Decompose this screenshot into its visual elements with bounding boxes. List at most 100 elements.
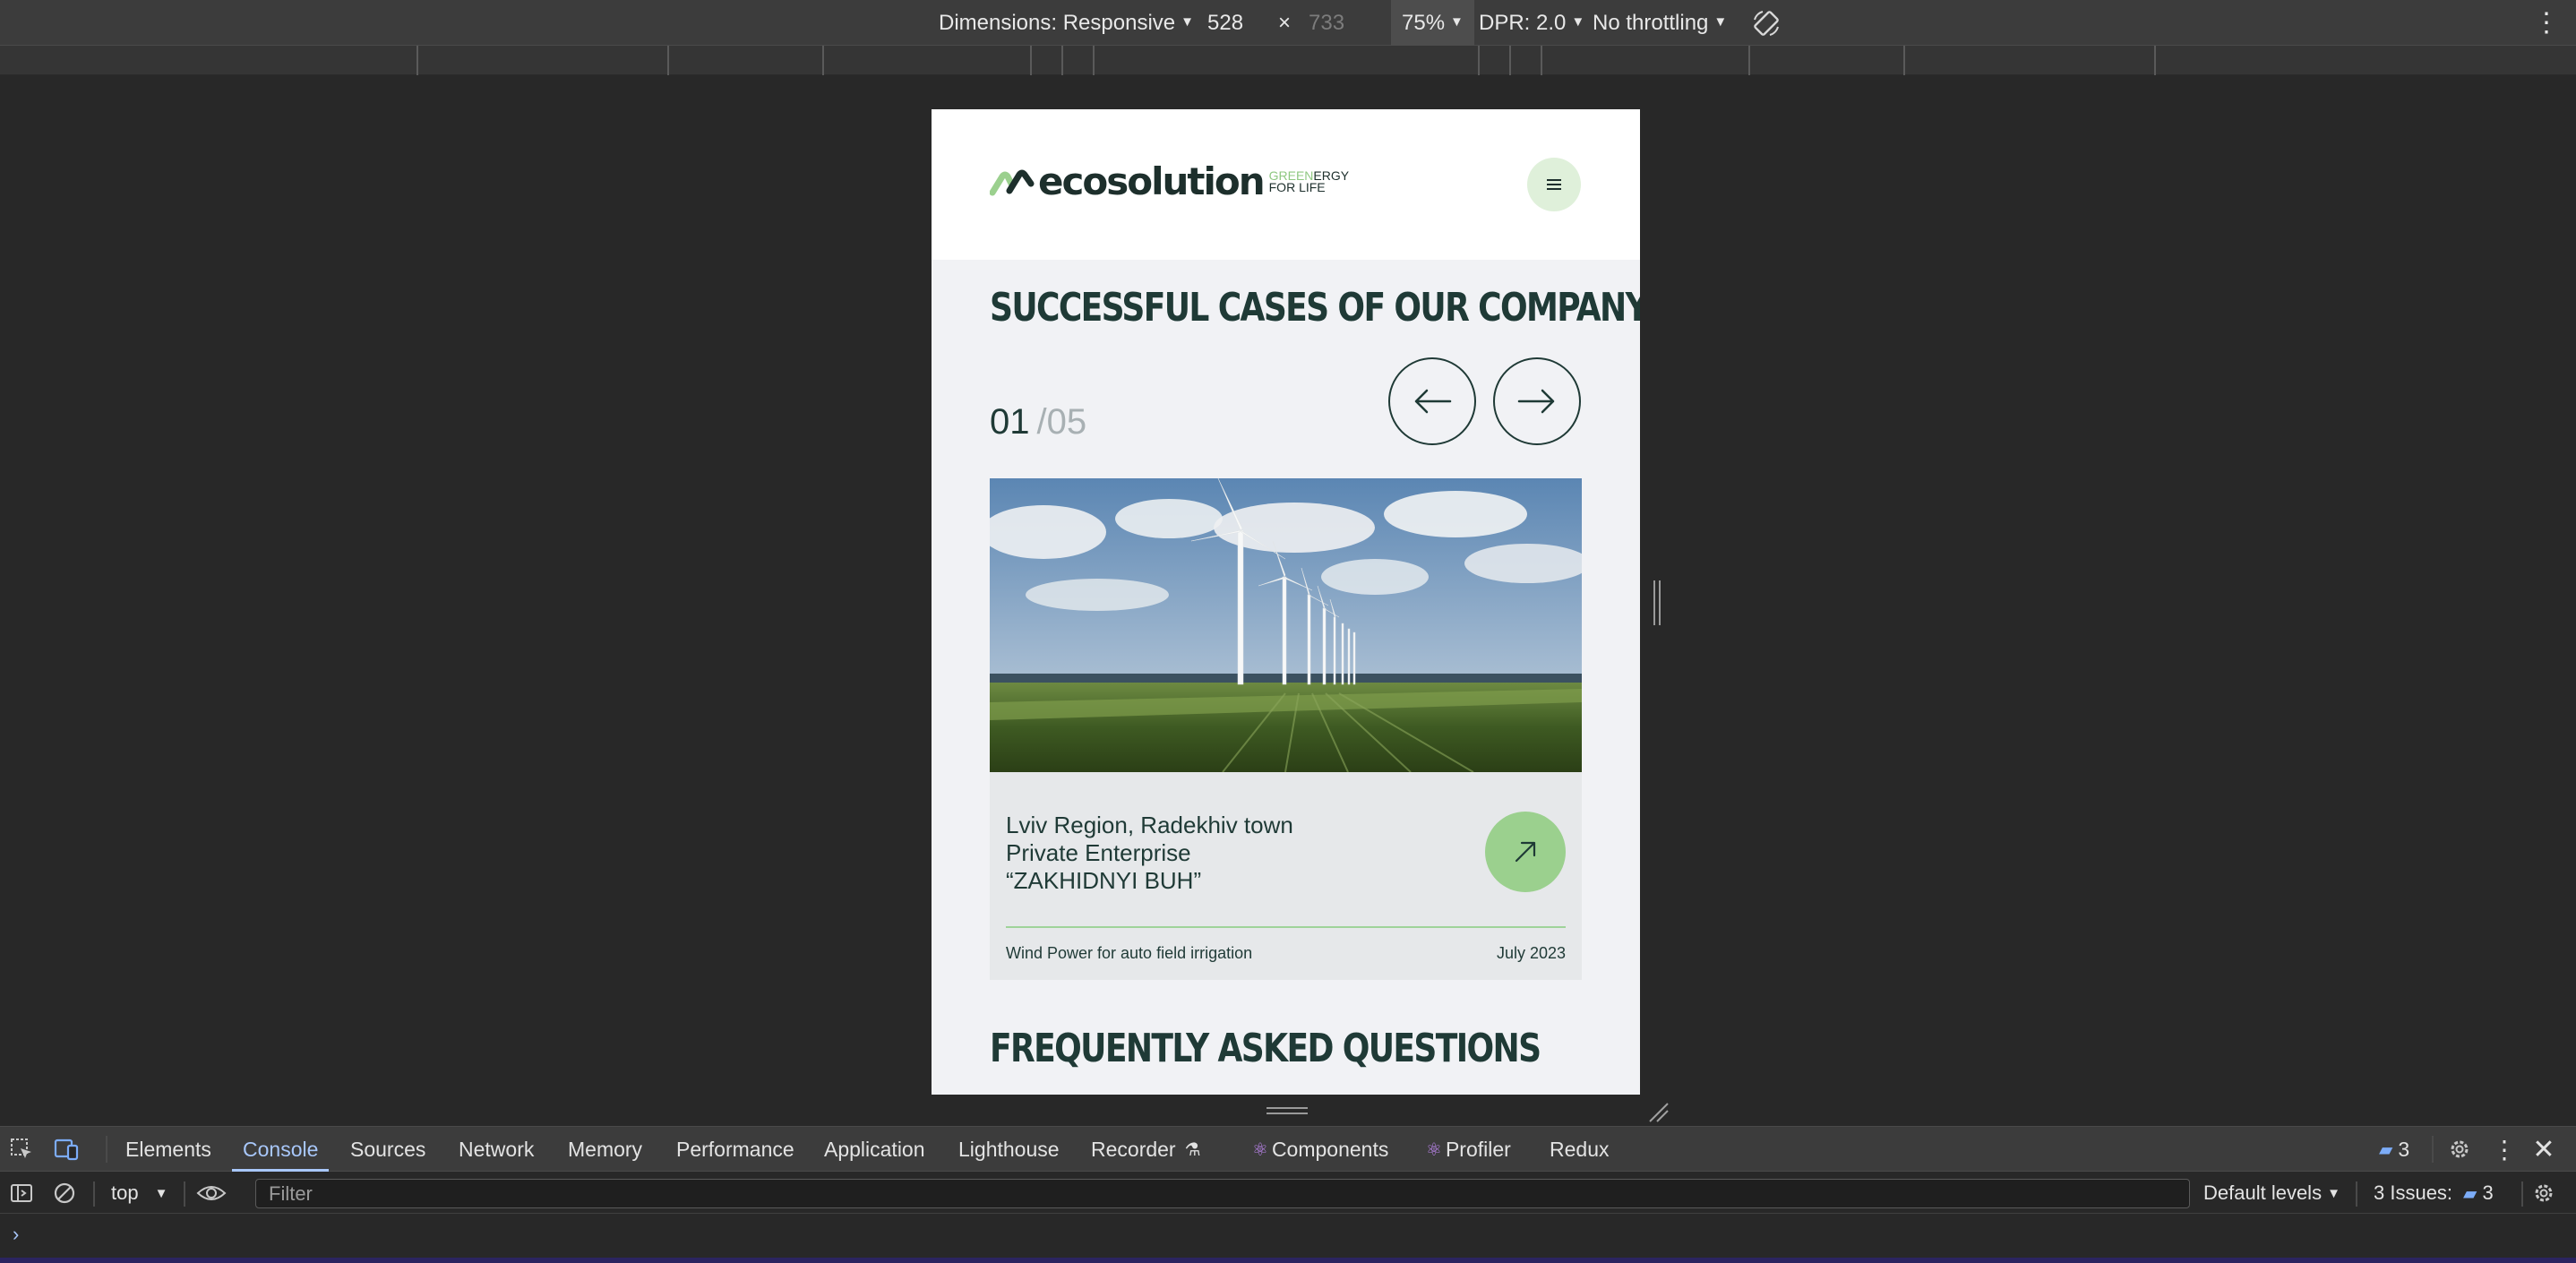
device-toolbar: Dimensions: Responsive ▼ 528 × 733 75% ▼… xyxy=(0,0,2576,46)
case-divider xyxy=(1006,926,1566,928)
more-options-button[interactable]: ⋮ xyxy=(2533,0,2560,46)
issues-badge-button[interactable]: ▰ 3 xyxy=(2379,1127,2409,1172)
ruler-tick[interactable] xyxy=(1478,46,1480,75)
dimensions-dropdown[interactable]: Dimensions: Responsive ▼ xyxy=(939,0,1194,46)
width-value: 528 xyxy=(1207,10,1244,35)
console-toolbar: top ▼ Default levels ▼ 3 Issues: ▰ 3 xyxy=(0,1173,2576,1214)
inspect-icon xyxy=(11,1138,31,1158)
tab-recorder[interactable]: Recorder ⚗ xyxy=(1091,1127,1201,1172)
ruler-tick[interactable] xyxy=(1030,46,1032,75)
tab-application[interactable]: Application xyxy=(824,1127,925,1172)
tab-redux[interactable]: Redux xyxy=(1550,1127,1609,1172)
device-toolbar-icon xyxy=(54,1138,79,1161)
ruler-tick[interactable] xyxy=(1748,46,1750,75)
ruler-tick[interactable] xyxy=(1903,46,1905,75)
tab-lighthouse[interactable]: Lighthouse xyxy=(958,1127,1060,1172)
zoom-dropdown[interactable]: 75% ▼ xyxy=(1391,0,1474,46)
width-input[interactable]: 528 xyxy=(1207,0,1243,46)
ruler-tick[interactable] xyxy=(822,46,824,75)
tab-elements[interactable]: Elements xyxy=(125,1127,211,1172)
caret-down-icon: ▼ xyxy=(1181,14,1194,30)
menu-button[interactable] xyxy=(1527,158,1581,211)
react-icon: ⚛ xyxy=(1426,1139,1442,1160)
tab-profiler[interactable]: ⚛ Profiler xyxy=(1426,1127,1511,1172)
dpr-dropdown[interactable]: DPR: 2.0 ▼ xyxy=(1479,0,1584,46)
case-description: Wind Power for auto field irrigation xyxy=(1006,944,1253,962)
tab-memory[interactable]: Memory xyxy=(568,1127,642,1172)
settings-button[interactable] xyxy=(2445,1135,2474,1164)
ruler-tick[interactable] xyxy=(1093,46,1095,75)
inspect-element-button[interactable] xyxy=(7,1135,36,1164)
case-card: Lviv Region, Radekhiv town Private Enter… xyxy=(990,478,1582,980)
tab-label: Memory xyxy=(568,1137,643,1161)
close-devtools-button[interactable]: ✕ xyxy=(2529,1135,2558,1164)
hamburger-icon xyxy=(1547,179,1561,190)
height-input[interactable]: 733 xyxy=(1309,0,1344,46)
logo-tagline: GREENERGY FOR LIFE xyxy=(1269,169,1349,193)
ruler-tick[interactable] xyxy=(667,46,669,75)
dimensions-label: Dimensions: Responsive xyxy=(939,10,1176,35)
wind-turbines-image xyxy=(990,478,1582,772)
next-slide-button[interactable] xyxy=(1493,357,1581,445)
device-toggle-button[interactable] xyxy=(52,1135,81,1164)
devtools-tab-bar: Elements Console Sources Network Memory … xyxy=(0,1127,2576,1172)
context-value: top xyxy=(111,1181,139,1204)
arrow-right-icon xyxy=(1517,389,1555,414)
ruler-tick[interactable] xyxy=(1509,46,1511,75)
tab-label: Elements xyxy=(125,1137,211,1161)
gear-icon xyxy=(2451,1140,2469,1158)
cases-section-title: SUCCESSFUL CASES OF OUR COMPANY xyxy=(990,285,1640,331)
more-vertical-button[interactable]: ⋮ xyxy=(2490,1135,2519,1164)
arrow-up-right-icon xyxy=(1515,841,1536,863)
toolbar-separator xyxy=(2356,1181,2357,1207)
devtools-panel: Elements Console Sources Network Memory … xyxy=(0,1126,2576,1263)
ruler-tick[interactable] xyxy=(416,46,418,75)
console-filter-input[interactable] xyxy=(255,1179,2190,1208)
tab-console[interactable]: Console xyxy=(231,1127,330,1172)
caret-down-icon: ▼ xyxy=(2327,1185,2340,1201)
tab-network[interactable]: Network xyxy=(459,1127,534,1172)
sidebar-toggle-button[interactable] xyxy=(9,1173,34,1214)
ruler-tick[interactable] xyxy=(2154,46,2156,75)
tab-label: Performance xyxy=(676,1137,794,1161)
ruler-tick[interactable] xyxy=(1541,46,1542,75)
viewport-resize-handle-bottom[interactable] xyxy=(1267,1107,1308,1114)
issues-link[interactable]: 3 Issues: ▰ 3 xyxy=(2374,1173,2494,1214)
tab-label: Components xyxy=(1271,1137,1389,1161)
close-icon: ✕ xyxy=(2532,1134,2555,1164)
dpr-value: DPR: 2.0 xyxy=(1479,10,1567,35)
issues-badge-count: 3 xyxy=(2398,1137,2410,1161)
rotate-button[interactable] xyxy=(1750,0,1782,46)
log-levels-dropdown[interactable]: Default levels ▼ xyxy=(2203,1173,2340,1214)
resize-corner-icon[interactable] xyxy=(1646,1100,1670,1123)
live-expression-button[interactable] xyxy=(195,1173,228,1214)
logo[interactable]: ecosolution GREENERGY FOR LIFE xyxy=(990,163,1349,201)
tab-label: Application xyxy=(824,1137,925,1161)
throttling-dropdown[interactable]: No throttling ▼ xyxy=(1593,0,1727,46)
times-label: × xyxy=(1278,10,1292,35)
tab-performance[interactable]: Performance xyxy=(676,1127,794,1172)
emulated-page: ecosolution GREENERGY FOR LIFE SUCCESSFU… xyxy=(932,109,1640,1095)
logo-wordmark: ecosolution xyxy=(1038,159,1266,203)
logo-mark-icon xyxy=(990,169,1035,196)
tab-components[interactable]: ⚛ Components xyxy=(1252,1127,1388,1172)
issues-label: 3 Issues: xyxy=(2374,1181,2453,1204)
log-levels-value: Default levels xyxy=(2203,1181,2323,1204)
console-prompt[interactable]: › xyxy=(13,1223,19,1246)
context-selector[interactable]: top ▼ xyxy=(111,1173,167,1214)
console-settings-button[interactable] xyxy=(2531,1173,2556,1214)
message-icon: ▰ xyxy=(2379,1139,2393,1160)
ruler-tick[interactable] xyxy=(1061,46,1063,75)
caret-down-icon: ▼ xyxy=(1713,14,1728,30)
sidebar-icon xyxy=(11,1184,32,1202)
window-bottom-edge xyxy=(0,1258,2576,1263)
open-case-button[interactable] xyxy=(1485,812,1566,892)
site-header: ecosolution GREENERGY FOR LIFE xyxy=(932,109,1640,260)
gear-icon xyxy=(2535,1184,2553,1202)
tab-label: Lighthouse xyxy=(958,1137,1060,1161)
tab-sources[interactable]: Sources xyxy=(350,1127,425,1172)
rotate-icon xyxy=(1754,10,1779,36)
viewport-resize-handle-right[interactable] xyxy=(1653,580,1661,625)
prev-slide-button[interactable] xyxy=(1388,357,1476,445)
clear-console-button[interactable] xyxy=(52,1173,77,1214)
